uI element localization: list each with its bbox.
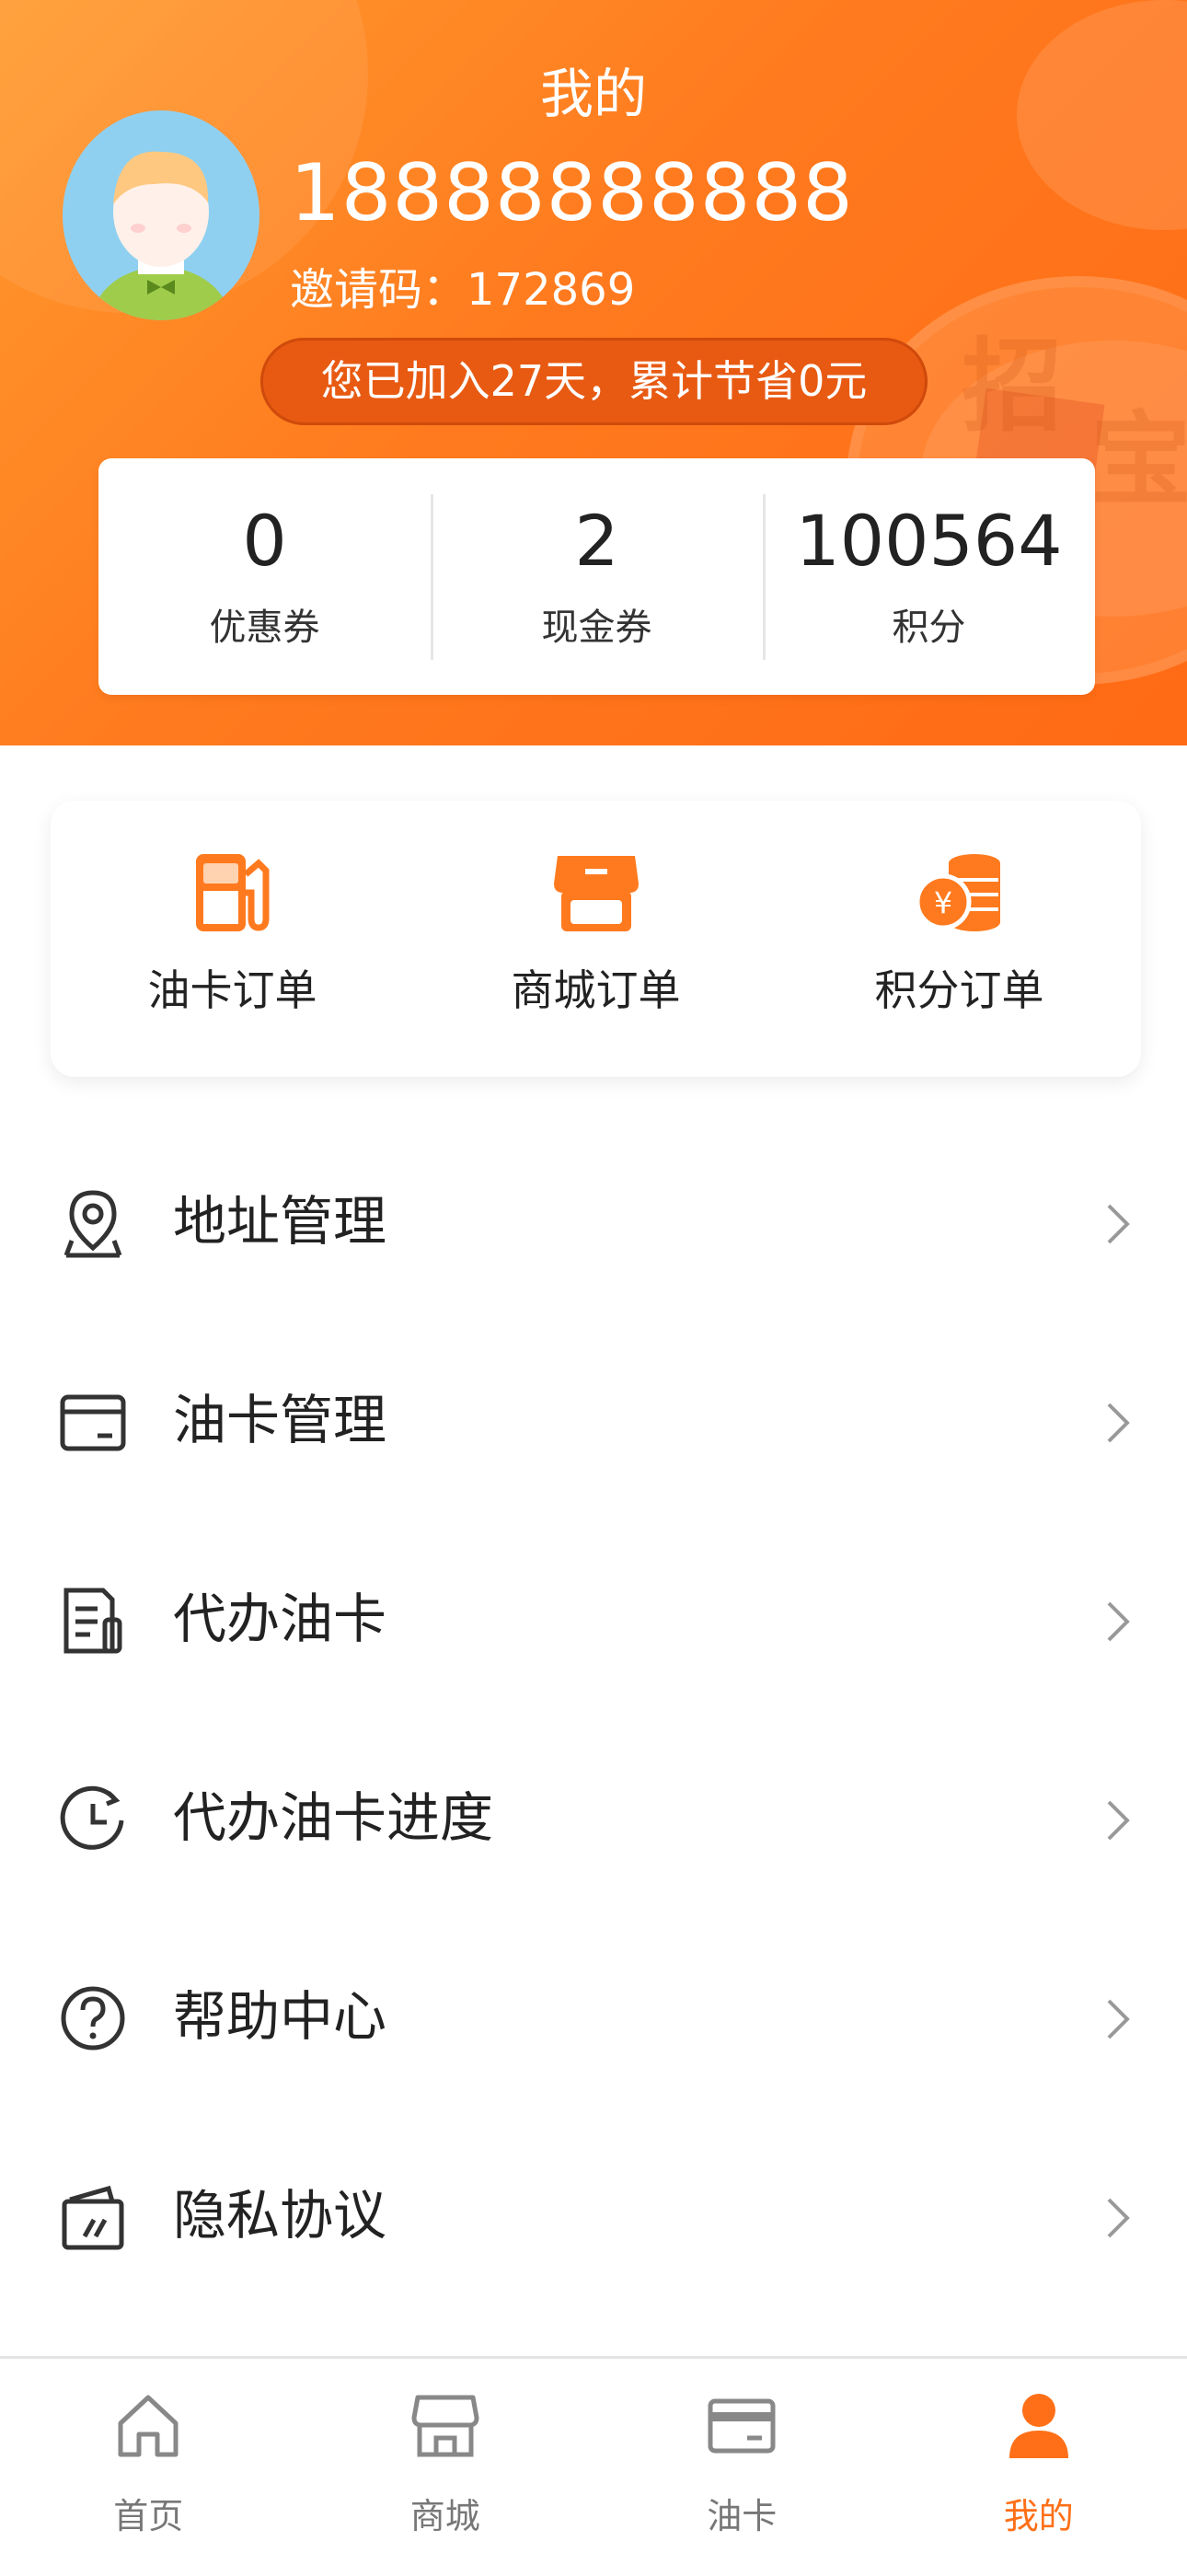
membership-badge: 您已加入27天，累计节省0元: [260, 338, 928, 425]
menu-item-apply-progress[interactable]: 代办油卡进度: [0, 1719, 1187, 1918]
menu-item-fuel-card-manage[interactable]: 油卡管理: [0, 1322, 1187, 1520]
order-mall[interactable]: 商城订单: [414, 801, 778, 1077]
menu-item-address[interactable]: 地址管理: [0, 1123, 1187, 1322]
menu-label: 隐私协议: [173, 2183, 386, 2247]
avatar-illustration-icon: [63, 110, 259, 320]
home-icon: [111, 2388, 185, 2462]
privacy-icon: [57, 2181, 129, 2253]
stat-value: 0: [98, 500, 431, 583]
orders-card: 油卡订单 商城订单 ¥ 积分订单: [51, 801, 1141, 1077]
menu-label: 代办油卡进度: [173, 1785, 493, 1850]
menu-item-help[interactable]: 帮助中心: [0, 1918, 1187, 2117]
location-pin-icon: [57, 1187, 129, 1259]
chevron-right-icon: [1100, 1992, 1136, 2047]
help-icon: [57, 1982, 129, 2054]
stat-coupons[interactable]: 0 优惠券: [98, 494, 431, 660]
menu-label: 代办油卡: [173, 1587, 386, 1651]
tab-label: 商城: [297, 2488, 594, 2538]
card-icon: [705, 2388, 778, 2462]
tab-home[interactable]: 首页: [0, 2359, 297, 2576]
fuel-pump-icon: [187, 847, 279, 939]
chevron-right-icon: [1100, 1793, 1136, 1848]
stats-card: 0 优惠券 2 现金券 100564 积分: [98, 458, 1095, 695]
avatar[interactable]: [63, 110, 259, 320]
order-fuel-card[interactable]: 油卡订单: [51, 801, 414, 1077]
stat-points[interactable]: 100564 积分: [763, 494, 1095, 660]
clock-icon: [57, 1784, 129, 1855]
tab-label: 油卡: [594, 2488, 891, 2538]
chevron-right-icon: [1100, 1196, 1136, 1252]
decor-char: 招: [962, 304, 1063, 451]
stat-value: 2: [431, 500, 763, 583]
chevron-right-icon: [1100, 1395, 1136, 1450]
decor-char: 宝: [1090, 377, 1187, 525]
document-icon: [57, 1585, 129, 1657]
profile-header: 招 宝 我的 18888888888 邀请码：172869 您已加入27天，累计…: [0, 0, 1187, 745]
tab-mall[interactable]: 商城: [297, 2359, 594, 2576]
chevron-right-icon: [1100, 2190, 1136, 2246]
menu-label: 油卡管理: [173, 1388, 386, 1452]
card-icon: [57, 1386, 129, 1458]
stat-label: 现金券: [431, 597, 763, 651]
menu-item-apply-fuel-card[interactable]: 代办油卡: [0, 1520, 1187, 1719]
stat-label: 积分: [763, 597, 1095, 651]
order-points[interactable]: ¥ 积分订单: [778, 801, 1141, 1077]
svg-text:¥: ¥: [933, 885, 951, 920]
order-label: 商城订单: [414, 957, 778, 1018]
user-phone: 18888888888: [290, 147, 854, 239]
store-icon: [550, 847, 642, 939]
store-icon: [409, 2388, 482, 2462]
order-label: 油卡订单: [51, 957, 414, 1018]
chevron-right-icon: [1100, 1594, 1136, 1649]
menu-label: 帮助中心: [173, 1984, 386, 2049]
menu-item-privacy[interactable]: 隐私协议: [0, 2117, 1187, 2316]
stat-cash-vouchers[interactable]: 2 现金券: [431, 494, 763, 660]
menu-label: 地址管理: [173, 1189, 386, 1253]
tab-label: 我的: [891, 2488, 1187, 2538]
tab-fuel-card[interactable]: 油卡: [594, 2359, 891, 2576]
stat-label: 优惠券: [98, 597, 431, 651]
coins-icon: ¥: [914, 847, 1006, 939]
order-label: 积分订单: [778, 957, 1141, 1018]
user-icon: [1002, 2388, 1076, 2462]
menu-list: 地址管理 油卡管理 代办油卡 代办油卡进度: [0, 1123, 1187, 2316]
tab-label: 首页: [0, 2488, 297, 2538]
stat-value: 100564: [763, 500, 1095, 583]
tab-mine[interactable]: 我的: [891, 2359, 1187, 2576]
bottom-tab-bar: 首页 商城 油卡 我的: [0, 2356, 1187, 2576]
invite-code: 邀请码：172869: [290, 253, 635, 318]
